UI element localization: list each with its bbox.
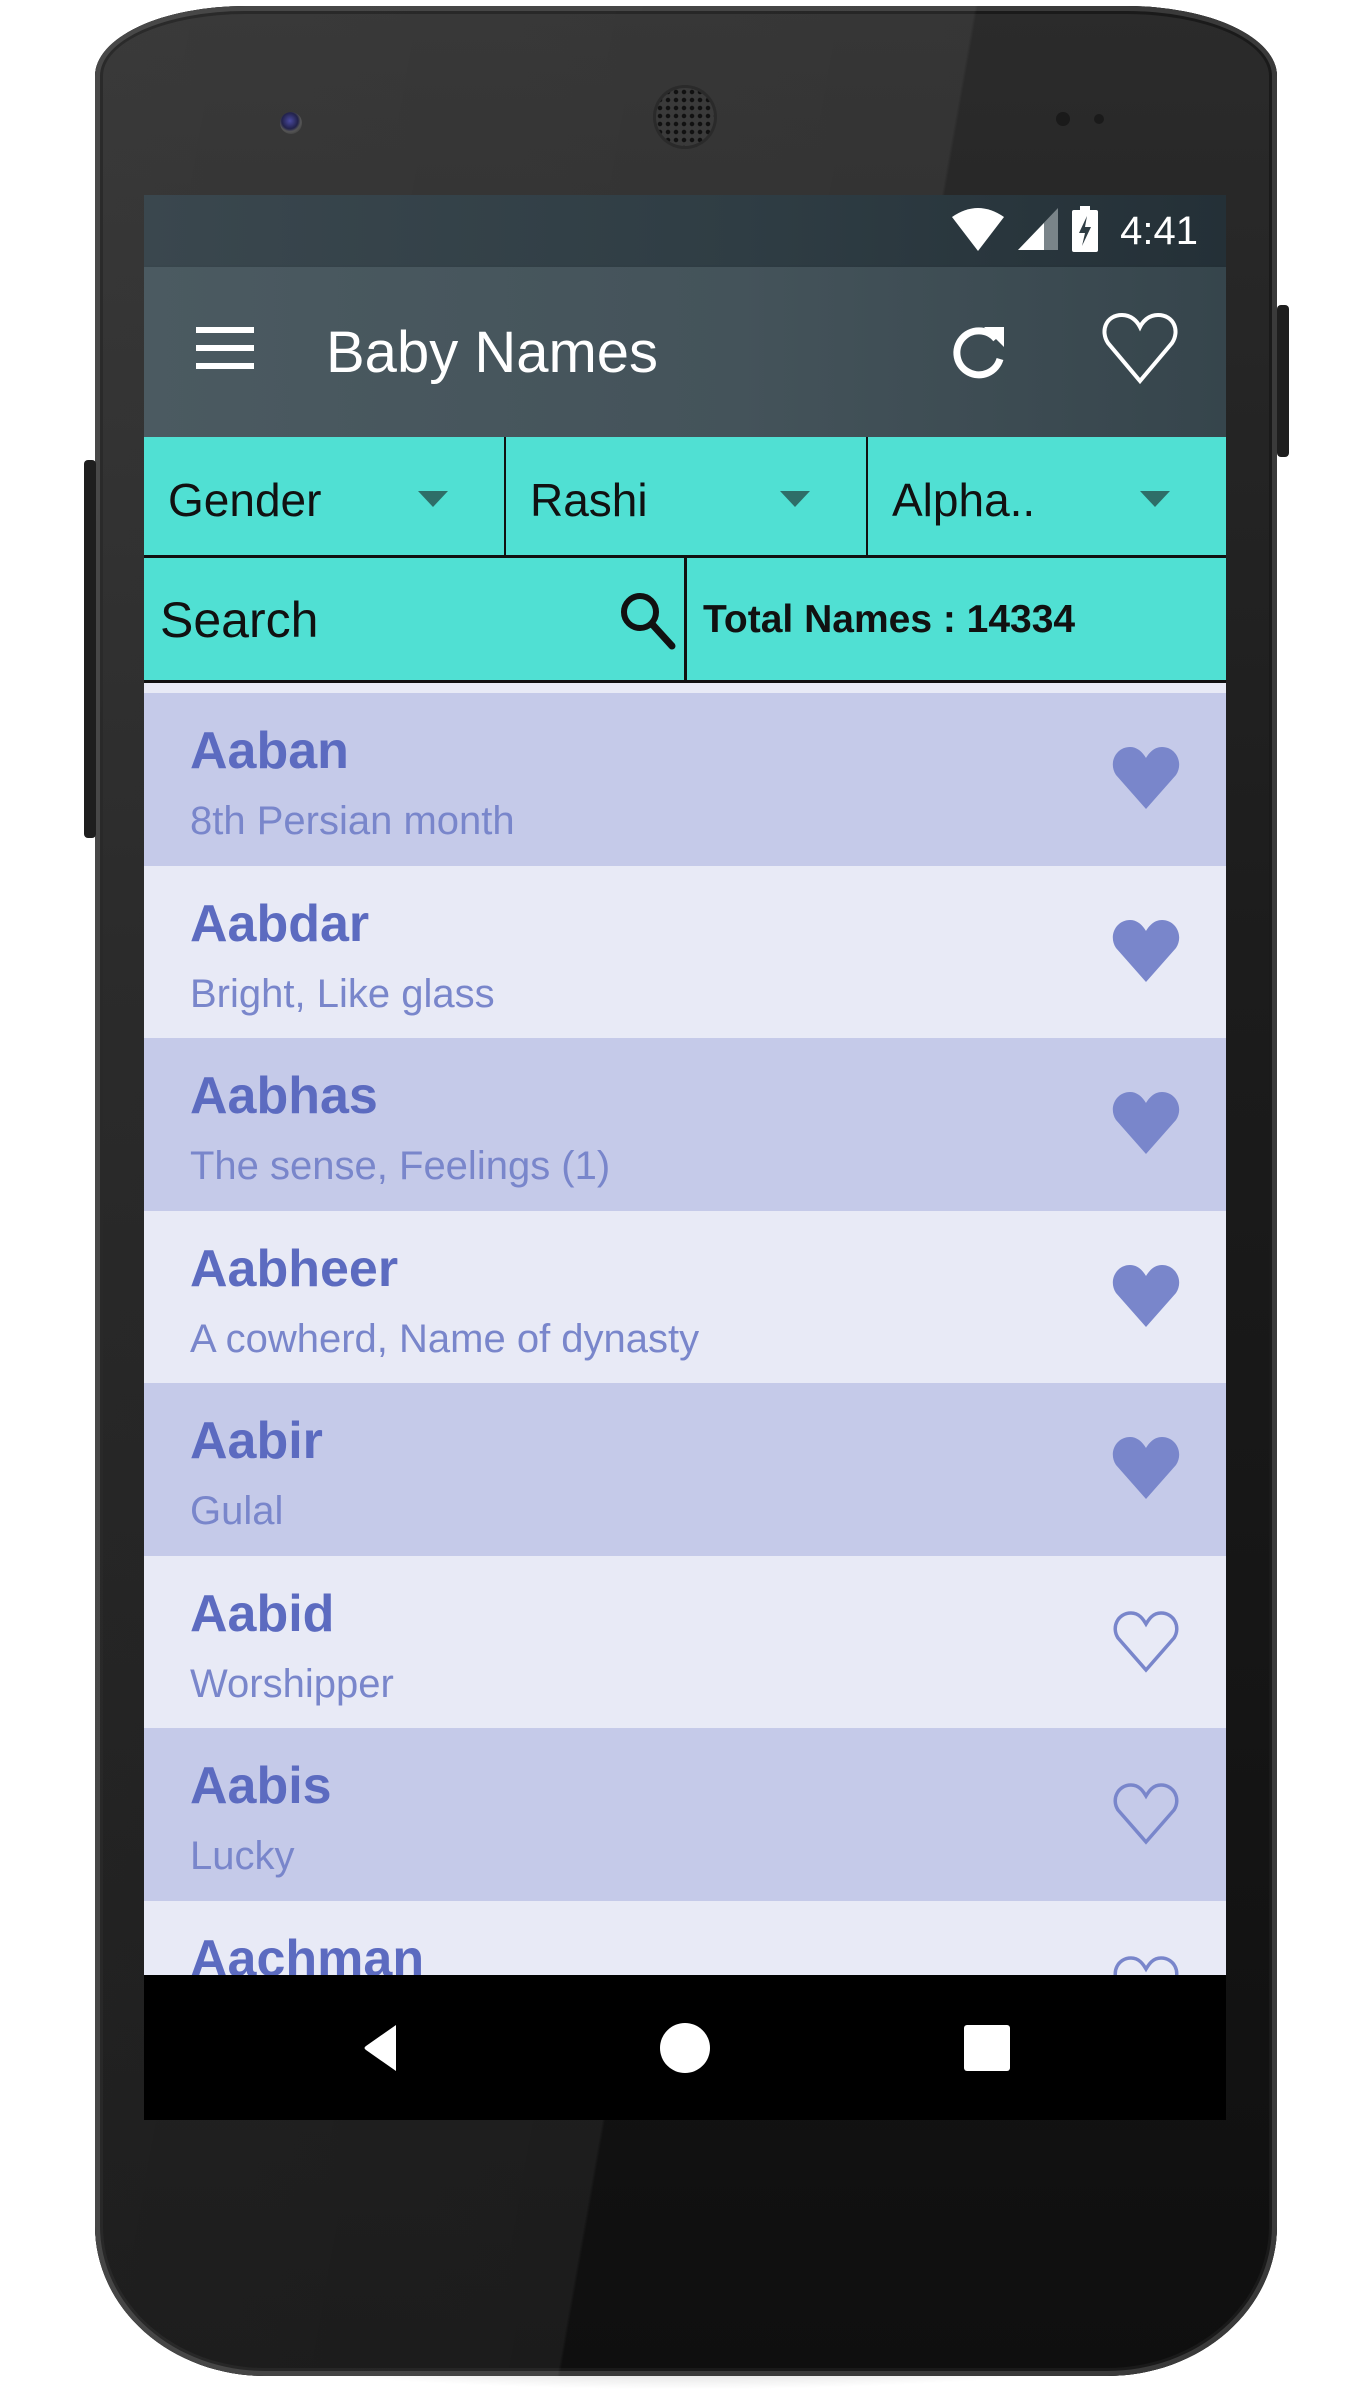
list-item[interactable]: Aachman — [144, 1900, 1226, 1976]
front-camera-icon — [280, 112, 302, 134]
name-meaning: A cowherd, Name of dynasty — [190, 1316, 700, 1361]
heart-filled-icon[interactable] — [1110, 1435, 1182, 1501]
chevron-down-icon — [418, 491, 448, 507]
heart-filled-icon[interactable] — [1110, 918, 1182, 984]
total-names-label: Total Names : 14334 — [703, 598, 1076, 641]
rashi-dropdown-label: Rashi — [530, 474, 648, 526]
status-bar: 4:41 — [144, 195, 1226, 267]
heart-outline-icon[interactable] — [1110, 1608, 1182, 1674]
proximity-sensor-icon — [1056, 112, 1070, 126]
name-title: Aabdar — [190, 894, 370, 953]
home-icon[interactable] — [650, 2013, 720, 2083]
cell-signal-icon — [1018, 207, 1059, 255]
name-meaning: Bright, Like glass — [190, 971, 495, 1016]
rashi-dropdown[interactable]: Rashi — [506, 437, 868, 558]
list-item[interactable]: Aabid Worshipper — [144, 1555, 1226, 1728]
heart-filled-icon[interactable] — [1110, 745, 1182, 811]
name-title: Aachman — [190, 1929, 425, 1976]
earpiece-speaker-icon — [656, 88, 714, 146]
favorites-heart-outline-icon[interactable] — [1100, 309, 1180, 389]
heart-outline-icon[interactable] — [1110, 1953, 1182, 1975]
name-title: Aabir — [190, 1412, 323, 1470]
name-title: Aabheer — [190, 1239, 399, 1298]
alphabet-dropdown-label: Alpha.. — [892, 474, 1036, 526]
list-item[interactable]: Aabir Gulal — [144, 1383, 1226, 1556]
name-meaning: Gulal — [190, 1489, 284, 1533]
name-title: Aabhas — [190, 1067, 378, 1125]
wifi-icon — [952, 207, 1005, 256]
refresh-icon[interactable] — [944, 317, 1014, 387]
gender-dropdown[interactable]: Gender — [144, 437, 506, 558]
list-item[interactable]: Aabdar Bright, Like glass — [144, 865, 1226, 1038]
name-meaning: 8th Persian month — [190, 799, 515, 843]
battery-charging-icon — [1072, 205, 1099, 257]
chevron-down-icon — [780, 491, 810, 507]
heart-outline-icon[interactable] — [1110, 1780, 1182, 1846]
hamburger-menu-icon[interactable] — [196, 327, 254, 375]
name-title: Aabid — [190, 1584, 335, 1643]
heart-filled-icon[interactable] — [1110, 1090, 1182, 1156]
alphabet-dropdown[interactable]: Alpha.. — [868, 437, 1226, 558]
names-list[interactable]: Aaban 8th Persian month Aabdar Bright, Like… — [144, 693, 1226, 1975]
light-sensor-icon — [1094, 114, 1104, 124]
recents-icon[interactable] — [952, 2013, 1022, 2083]
name-meaning: Lucky — [190, 1834, 295, 1878]
list-item[interactable]: Aaban 8th Persian month — [144, 693, 1226, 866]
gender-dropdown-label: Gender — [168, 474, 322, 526]
total-names-counter: Total Names : 14334 — [687, 558, 1226, 683]
phone-screen: 4:41 Baby Names Gender Rashi Alpha.. Sea… — [144, 195, 1226, 2120]
chevron-down-icon — [1140, 491, 1170, 507]
app-title: Baby Names — [326, 320, 659, 385]
list-item[interactable]: Aabheer A cowherd, Name of dynasty — [144, 1210, 1226, 1383]
name-meaning: The sense, Feelings (1) — [190, 1144, 611, 1188]
list-item[interactable]: Aabhas The sense, Feelings (1) — [144, 1038, 1226, 1211]
navigation-bar — [144, 1975, 1226, 2120]
name-title: Aaban — [190, 722, 349, 780]
volume-button — [84, 460, 96, 838]
clock: 4:41 — [1120, 208, 1198, 253]
power-button — [1277, 305, 1289, 457]
back-icon[interactable] — [348, 2013, 418, 2083]
app-bar: Baby Names — [144, 267, 1226, 437]
name-title: Aabis — [190, 1757, 332, 1815]
name-meaning: Worshipper — [190, 1661, 394, 1706]
search-input[interactable] — [158, 586, 602, 654]
search-box — [144, 558, 687, 683]
heart-filled-icon[interactable] — [1110, 1263, 1182, 1329]
filter-panel: Gender Rashi Alpha.. Total Names : 14334 — [144, 437, 1226, 683]
search-icon[interactable] — [618, 590, 678, 650]
list-item[interactable]: Aabis Lucky — [144, 1728, 1226, 1901]
